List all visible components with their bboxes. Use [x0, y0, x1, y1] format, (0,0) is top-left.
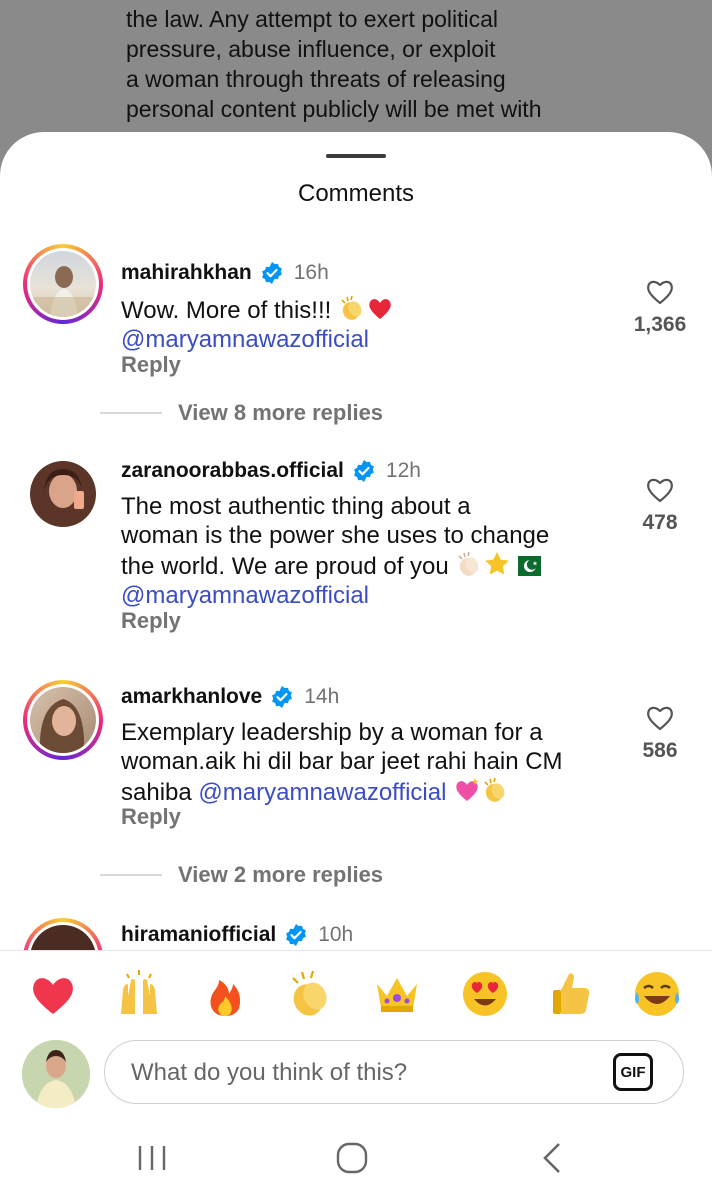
comment-header: amarkhanlove 14h: [121, 682, 339, 712]
clapping-hands-icon: [458, 551, 479, 576]
comment-username[interactable]: hiramaniofficial: [121, 923, 276, 947]
like-control: 586: [628, 702, 692, 763]
heart-eyes-icon[interactable]: [459, 968, 511, 1020]
background-post-text: the law. Any attempt to exert political …: [126, 4, 686, 124]
view-more-replies[interactable]: View 8 more replies: [100, 400, 383, 426]
post-line: pressure, abuse influence, or exploit: [126, 36, 496, 62]
like-control: 478: [628, 474, 692, 535]
heart-outline-icon[interactable]: [644, 702, 676, 732]
comment-line: woman is the power she uses to change: [121, 522, 550, 549]
like-control: 1,366: [628, 276, 692, 337]
comment-text: The most authentic thing about a woman i…: [121, 492, 611, 610]
comment-composer: GIF: [0, 1038, 712, 1114]
view-more-replies-label[interactable]: View 2 more replies: [178, 862, 383, 888]
system-nav-bar: [0, 1126, 712, 1200]
back-button[interactable]: [522, 1136, 582, 1180]
clapping-hands-icon[interactable]: [285, 968, 337, 1020]
comment-header: hiramaniofficial 10h: [121, 920, 353, 950]
verified-badge-icon: [286, 924, 307, 946]
comment-time: 12h: [385, 459, 421, 482]
red-heart-icon: [369, 299, 391, 319]
comment-text: Wow. More of this!!! @maryamnawazofficia…: [121, 294, 611, 354]
reactions-divider: [0, 950, 712, 951]
clapping-hands-icon: [341, 295, 362, 320]
comment-line: Exemplary leadership by a woman for a: [121, 719, 543, 746]
comments-list[interactable]: mahirahkhan 16h Wow. More of this!!! @ma…: [0, 132, 712, 950]
post-line: a woman through threats of releasing: [126, 66, 506, 92]
verified-badge-icon: [353, 460, 374, 482]
comment-input[interactable]: [129, 1051, 593, 1095]
avatar[interactable]: [23, 680, 103, 760]
comment-line: woman.aik hi dil bar bar jeet rahi hain …: [121, 748, 563, 775]
comment-time: 10h: [318, 923, 354, 946]
recent-apps-button[interactable]: [122, 1136, 182, 1180]
view-more-replies[interactable]: View 2 more replies: [100, 862, 383, 888]
comment-text: Exemplary leadership by a woman for a wo…: [121, 718, 611, 807]
star-icon: [485, 552, 510, 575]
avatar[interactable]: [23, 454, 103, 534]
home-icon: [336, 1142, 368, 1174]
current-user-avatar: [22, 1040, 90, 1108]
post-line: the law. Any attempt to exert political: [126, 6, 499, 32]
comment-line: sahiba: [121, 779, 192, 806]
heart-outline-icon[interactable]: [644, 474, 676, 504]
comment-line: The most authentic thing about a: [121, 493, 471, 520]
pakistan-flag-icon: [511, 556, 542, 576]
comment-time: 16h: [293, 261, 329, 284]
recent-apps-icon: [138, 1146, 166, 1170]
avatar[interactable]: [23, 918, 103, 950]
sparkling-heart-icon: [456, 778, 479, 801]
clapping-hands-icon: [484, 777, 505, 802]
raising-hands-icon[interactable]: [113, 968, 165, 1020]
mention-link[interactable]: @maryamnawazofficial: [198, 779, 446, 806]
replies-divider: [100, 412, 162, 414]
comment-input-box: GIF: [104, 1040, 684, 1104]
tears-of-joy-icon[interactable]: [631, 968, 683, 1020]
home-button[interactable]: [322, 1136, 382, 1180]
comment-username[interactable]: zaranoorabbas.official: [121, 459, 344, 483]
reply-button[interactable]: Reply: [121, 804, 181, 830]
verified-badge-icon: [272, 686, 293, 708]
comment-time: 14h: [304, 685, 340, 708]
quick-reactions-bar: [0, 962, 712, 1026]
heart-outline-icon[interactable]: [644, 276, 676, 306]
thumbs-up-icon[interactable]: [545, 968, 597, 1020]
comment-header: zaranoorabbas.official 12h: [121, 456, 421, 486]
like-count: 586: [642, 739, 678, 762]
reply-button[interactable]: Reply: [121, 608, 181, 634]
gif-button[interactable]: GIF: [613, 1053, 653, 1091]
mention-link[interactable]: @maryamnawazofficial: [121, 326, 369, 353]
crown-icon[interactable]: [371, 968, 423, 1020]
comment-username[interactable]: mahirahkhan: [121, 261, 252, 285]
comment-line: Wow. More of this!!!: [121, 297, 332, 324]
reply-button[interactable]: Reply: [121, 352, 181, 378]
back-icon: [543, 1143, 560, 1173]
view-more-replies-label[interactable]: View 8 more replies: [178, 400, 383, 426]
comment-line: the world. We are proud of you: [121, 553, 449, 580]
red-heart-icon[interactable]: [27, 968, 79, 1020]
avatar[interactable]: [23, 244, 103, 324]
fire-icon[interactable]: [199, 968, 251, 1020]
comment-header: mahirahkhan 16h: [121, 258, 329, 288]
comment-username[interactable]: amarkhanlove: [121, 685, 262, 709]
like-count: 478: [642, 511, 678, 534]
verified-badge-icon: [261, 262, 282, 284]
like-count: 1,366: [633, 313, 687, 336]
mention-link[interactable]: @maryamnawazofficial: [121, 582, 369, 609]
comments-sheet: Comments mahirahkhan 16h Wow. More of th…: [0, 132, 712, 1200]
replies-divider: [100, 874, 162, 876]
post-line: personal content publicly will be met wi…: [126, 96, 542, 122]
